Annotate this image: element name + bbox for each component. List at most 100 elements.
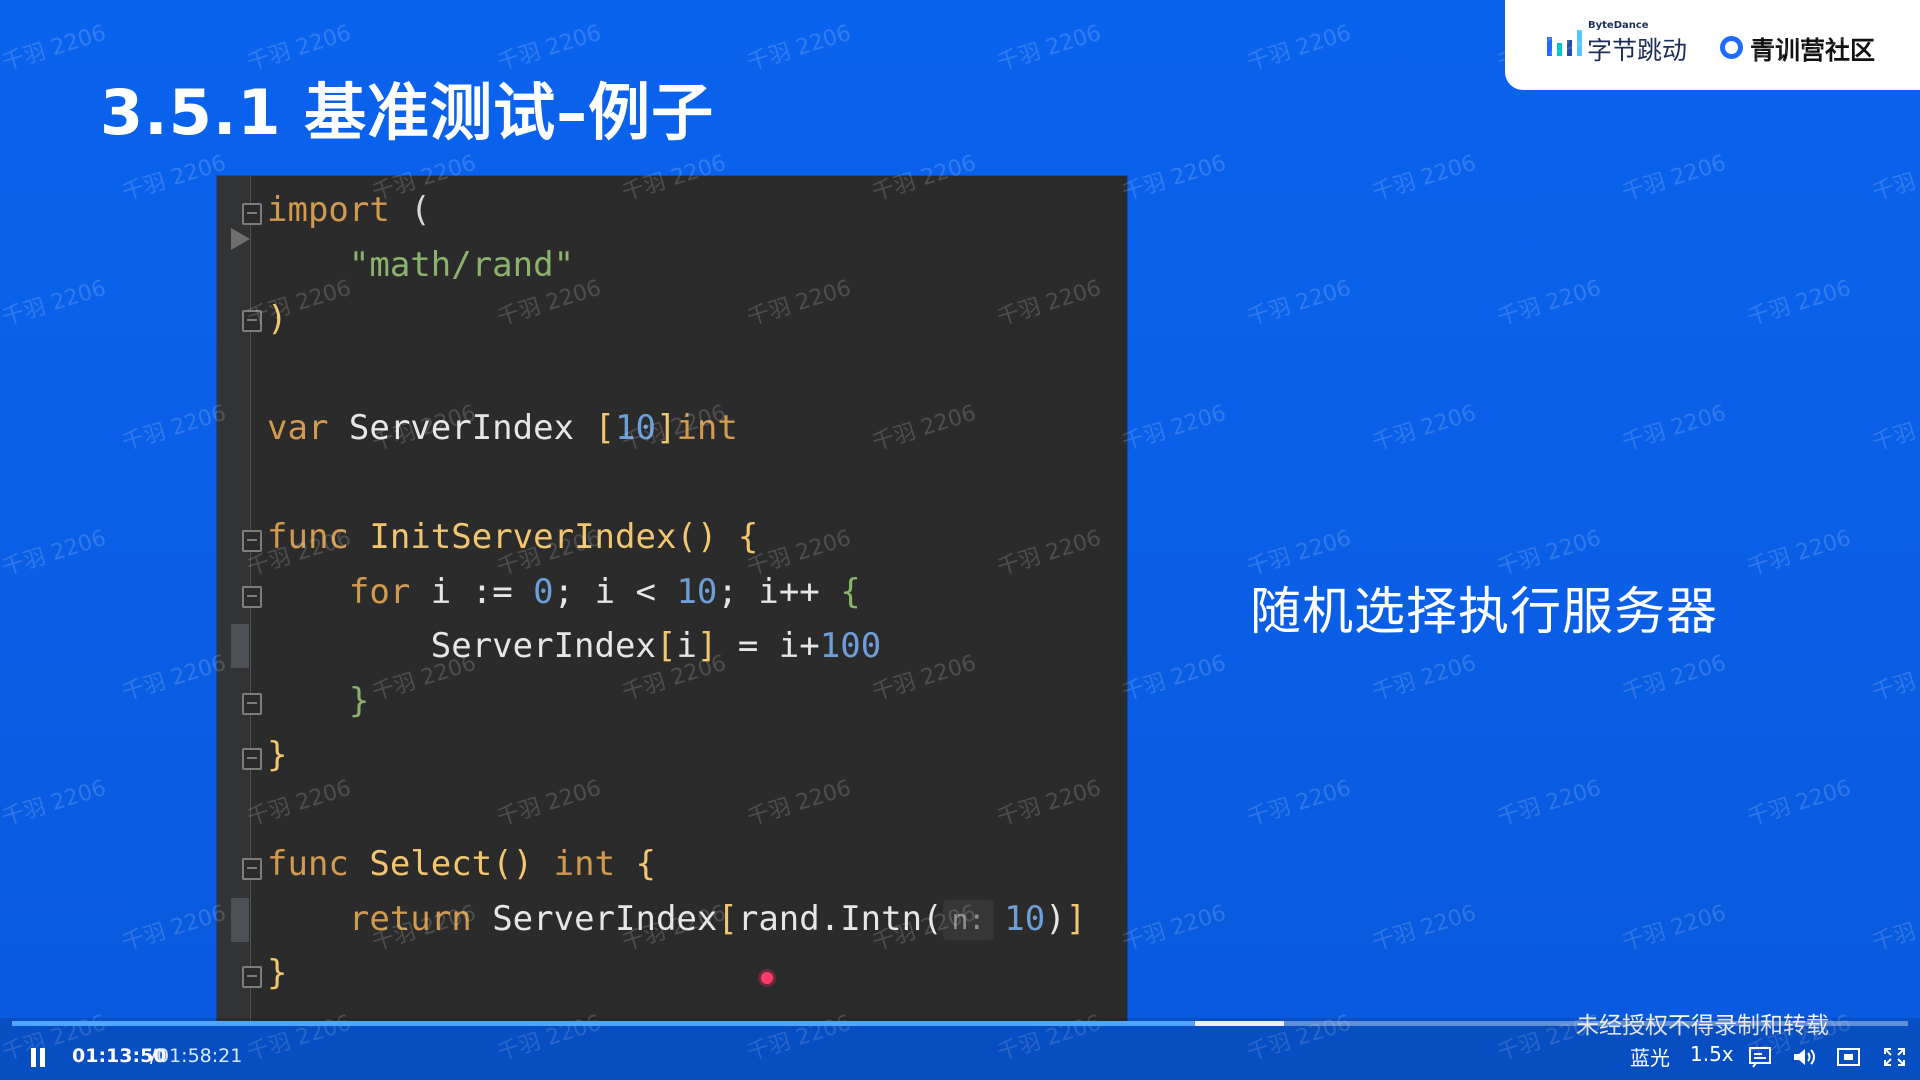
volume-icon[interactable] bbox=[1791, 1046, 1816, 1068]
fold-open-icon bbox=[242, 203, 262, 225]
watermark-text: 千羽 2206 bbox=[994, 20, 1105, 76]
code-token: ] bbox=[696, 626, 718, 666]
code-token: 0 bbox=[533, 571, 554, 612]
watermark-text: 千羽 2206 bbox=[1619, 650, 1730, 706]
fold-close-icon bbox=[242, 966, 262, 988]
code-line: import ( bbox=[267, 183, 431, 237]
breakpoint-gutter-marker bbox=[231, 898, 249, 942]
code-token: for bbox=[348, 571, 411, 612]
code-line: ) bbox=[267, 292, 287, 346]
code-token: [ bbox=[594, 408, 616, 448]
slide-video-frame: 3.5.1 基准测试–例子 ByteDance 字节跳动 青训营社区 impor… bbox=[0, 0, 1920, 1080]
subtitle-icon[interactable] bbox=[1748, 1046, 1773, 1068]
watermark-text: 千羽 2206 bbox=[119, 900, 230, 956]
code-token: () { bbox=[676, 517, 759, 557]
code-token: ; i++ bbox=[717, 571, 841, 612]
slide-annotation: 随机选择执行服务器 bbox=[1250, 583, 1719, 642]
brand-small-label: ByteDance bbox=[1588, 20, 1649, 31]
code-line: "math/rand" bbox=[267, 238, 574, 292]
code-token: ) bbox=[1045, 898, 1066, 939]
code-token: [ bbox=[717, 898, 738, 939]
code-token: InitServerIndex bbox=[369, 517, 677, 557]
code-token: rand.Intn( bbox=[737, 898, 943, 939]
code-editor-panel: import ( "math/rand") var ServerIndex [10… bbox=[217, 176, 1127, 1022]
code-token: ] bbox=[1065, 898, 1087, 939]
code-line: for i := 0; i < 10; i++ { bbox=[267, 565, 861, 619]
code-line: ServerIndex[i] = i+100 bbox=[267, 619, 881, 673]
code-token: i := bbox=[410, 571, 534, 612]
breakpoint-gutter-marker bbox=[231, 624, 249, 668]
watermark-text: 千羽 2206 bbox=[119, 150, 230, 206]
watermark-text: 千羽 2206 bbox=[0, 525, 110, 581]
brand-name: 字节跳动 bbox=[1587, 36, 1688, 65]
watermark-text: 千羽 2206 bbox=[1869, 401, 1920, 456]
code-line: } bbox=[267, 728, 287, 782]
watermark-text: 千羽 2206 bbox=[1369, 650, 1480, 706]
quality-button[interactable]: 蓝光 bbox=[1630, 1042, 1670, 1071]
watermark-text: 千羽 2206 bbox=[1369, 900, 1480, 956]
speed-button[interactable]: 1.5x bbox=[1690, 1042, 1734, 1066]
code-token: } bbox=[348, 680, 370, 721]
watermark-text: 千羽 2206 bbox=[0, 20, 110, 76]
code-token: } bbox=[267, 953, 288, 993]
watermark-text: 千羽 2206 bbox=[1744, 525, 1855, 581]
watermark-text: 千羽 2206 bbox=[1744, 775, 1855, 831]
pause-icon[interactable] bbox=[29, 1048, 49, 1070]
community-logo-icon bbox=[1720, 36, 1743, 59]
progress-bar[interactable] bbox=[12, 1021, 1908, 1026]
bytedance-logo-icon bbox=[1547, 30, 1582, 56]
code-token: ServerIndex bbox=[328, 408, 595, 448]
watermark-text: 千羽 2206 bbox=[1244, 775, 1355, 831]
time-separator: / bbox=[150, 1045, 157, 1067]
watermark-text: 千羽 2206 bbox=[1744, 275, 1855, 331]
mouse-cursor-indicator bbox=[758, 969, 776, 987]
code-token: var bbox=[267, 408, 329, 448]
fold-open-icon bbox=[242, 530, 262, 552]
watermark-text: 千羽 2206 bbox=[1619, 900, 1730, 956]
watermark-text: 千羽 2206 bbox=[119, 400, 230, 456]
code-token: { bbox=[840, 571, 861, 612]
fold-close-icon bbox=[242, 693, 262, 715]
code-line: func InitServerIndex() { bbox=[267, 510, 758, 564]
fold-close-icon bbox=[242, 310, 262, 332]
watermark-text: 千羽 2206 bbox=[1119, 400, 1230, 456]
watermark-text: 千羽 2206 bbox=[1119, 900, 1230, 956]
duration-time: 01:58:21 bbox=[157, 1045, 243, 1067]
code-line: var ServerIndex [10]int bbox=[267, 401, 738, 455]
watermark-text: 千羽 2206 bbox=[1369, 150, 1480, 206]
code-token: ) bbox=[267, 299, 288, 339]
watermark-text: 千羽 2206 bbox=[0, 275, 110, 331]
brand-badge: ByteDance 字节跳动 青训营社区 bbox=[1505, 0, 1920, 90]
progress-played bbox=[12, 1021, 1195, 1026]
code-line: } bbox=[267, 674, 369, 728]
watermark-text: 千羽 2206 bbox=[1494, 275, 1605, 331]
code-token: [ bbox=[655, 626, 677, 666]
code-token: func bbox=[267, 517, 349, 557]
watermark-text: 千羽 2206 bbox=[0, 775, 110, 831]
code-token: 10 bbox=[676, 571, 718, 612]
watermark-text: 千羽 2206 bbox=[1619, 150, 1730, 206]
code-token: return bbox=[348, 898, 472, 939]
code-token: () bbox=[492, 844, 554, 884]
fold-close-icon bbox=[242, 748, 262, 770]
progress-buffer bbox=[1194, 1021, 1285, 1026]
watermark-text: 千羽 2206 bbox=[1119, 650, 1230, 706]
code-token: 100 bbox=[819, 626, 882, 666]
watermark-text: 千羽 2206 bbox=[1119, 150, 1230, 206]
code-token: 10 bbox=[1004, 898, 1046, 939]
run-gutter-icon bbox=[231, 228, 250, 250]
code-token: i bbox=[676, 626, 697, 666]
watermark-text: 千羽 2206 bbox=[119, 650, 230, 706]
code-token: int bbox=[676, 408, 738, 448]
code-token: "math/rand" bbox=[348, 244, 575, 285]
picture-in-picture-icon[interactable] bbox=[1836, 1046, 1861, 1068]
fullscreen-icon[interactable] bbox=[1882, 1046, 1907, 1068]
code-token: ] bbox=[655, 408, 677, 448]
code-token: ( bbox=[389, 190, 431, 230]
